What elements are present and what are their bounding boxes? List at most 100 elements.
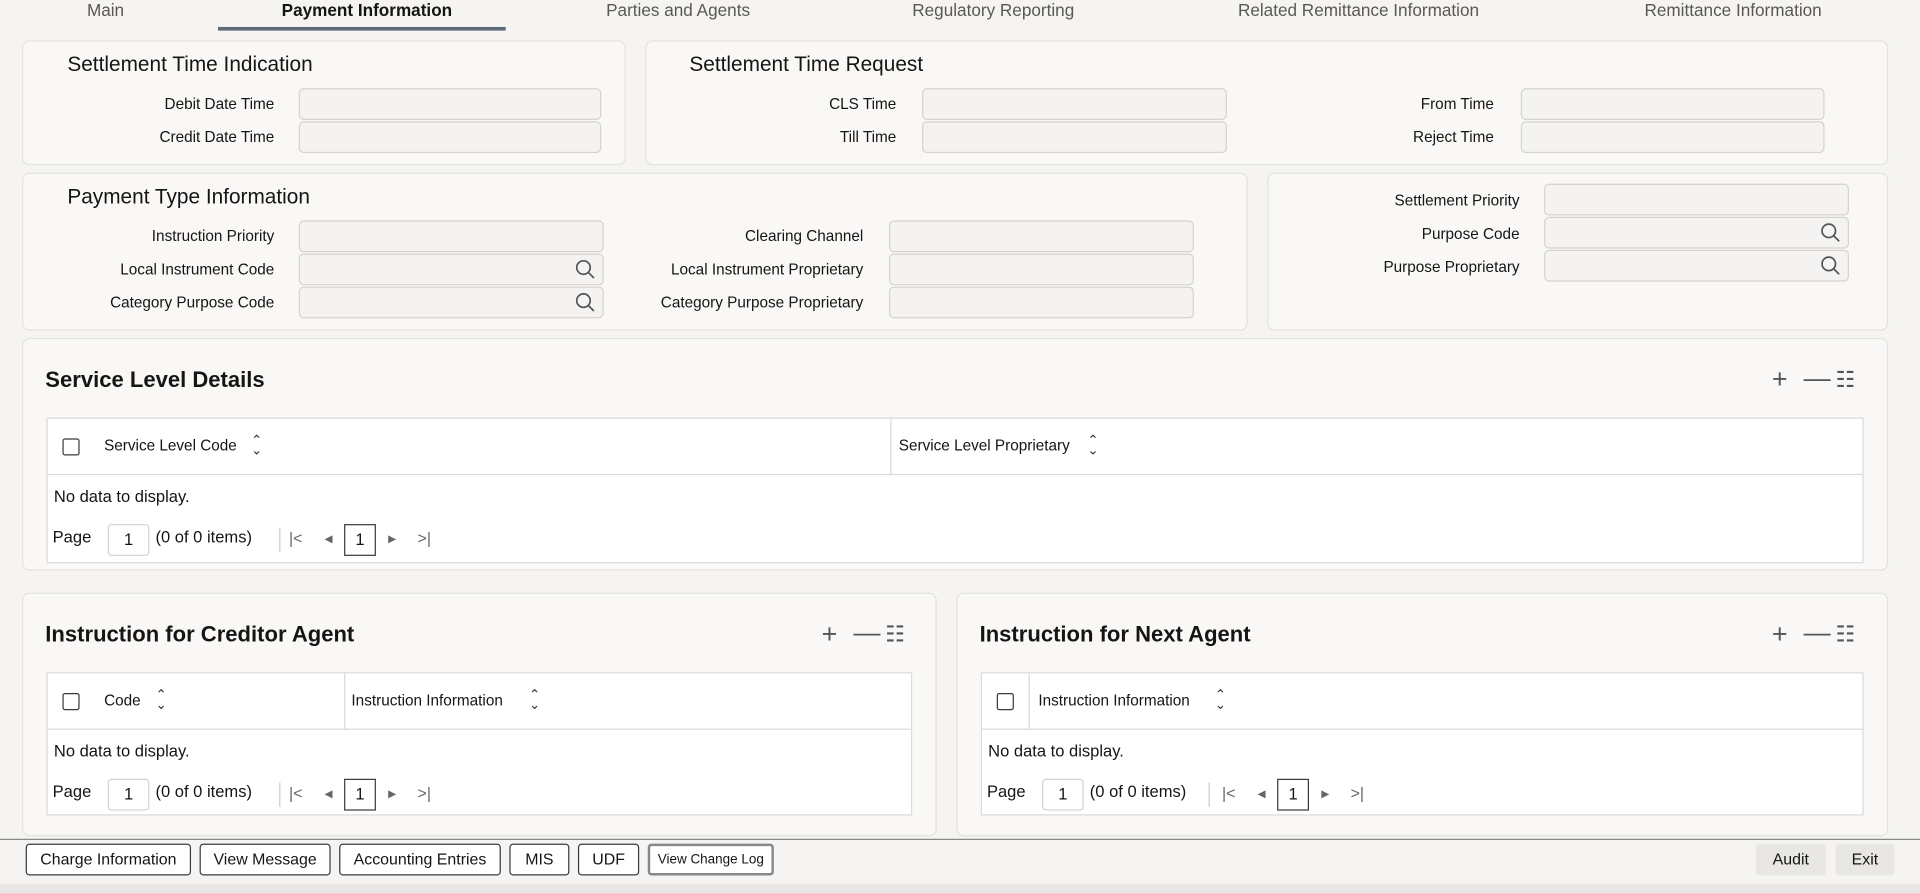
label: Local Instrument Proprietary xyxy=(671,260,864,278)
add-row-icon[interactable]: + xyxy=(822,620,838,647)
tab-payment-information[interactable]: Payment Information xyxy=(282,0,453,20)
label: Reject Time xyxy=(1413,128,1494,146)
last-page-icon[interactable]: >| xyxy=(418,784,431,802)
from-time-input[interactable] xyxy=(1520,88,1825,121)
last-page-icon[interactable]: >| xyxy=(418,529,431,547)
list-view-icon[interactable]: ☷ xyxy=(885,622,905,646)
instruction-priority-input[interactable] xyxy=(298,220,604,253)
delete-row-icon[interactable]: — xyxy=(1804,619,1831,646)
current-page[interactable]: 1 xyxy=(1277,778,1309,811)
settlement-priority-input[interactable] xyxy=(1544,183,1849,216)
page-input[interactable]: 1 xyxy=(107,524,150,556)
previous-page-icon[interactable]: ◂ xyxy=(1258,784,1266,804)
mis-button[interactable]: MIS xyxy=(509,843,570,876)
search-icon[interactable] xyxy=(574,291,596,313)
label: Clearing Channel xyxy=(744,227,864,245)
delete-row-icon[interactable]: — xyxy=(853,619,880,646)
sort-icon[interactable]: ⌃ ⌄ xyxy=(156,689,167,712)
empty-message: No data to display. xyxy=(988,742,1124,761)
first-page-icon[interactable]: |< xyxy=(289,784,302,802)
local-instrument-proprietary-input[interactable] xyxy=(888,253,1194,286)
page-input[interactable]: 1 xyxy=(107,778,150,811)
empty-message: No data to display. xyxy=(53,742,190,761)
label: CLS Time xyxy=(829,95,897,113)
previous-page-icon[interactable]: ◂ xyxy=(324,529,332,549)
search-icon[interactable] xyxy=(1820,255,1842,277)
list-view-icon[interactable]: ☷ xyxy=(1836,622,1856,646)
sort-icon[interactable]: ⌃ ⌄ xyxy=(1215,689,1226,712)
page-label: Page xyxy=(986,782,1026,801)
sort-icon[interactable]: ⌃ ⌄ xyxy=(251,434,262,457)
delete-row-icon[interactable]: — xyxy=(1804,364,1831,391)
select-all-checkbox[interactable] xyxy=(62,693,80,711)
item-count: (0 of 0 items) xyxy=(155,782,252,801)
next-page-icon[interactable]: ▸ xyxy=(388,784,396,804)
add-row-icon[interactable]: + xyxy=(1772,366,1788,393)
page-input[interactable]: 1 xyxy=(1042,778,1084,811)
column-header[interactable]: Service Level Proprietary xyxy=(899,437,1070,454)
reject-time-input[interactable] xyxy=(1520,121,1825,154)
tab-regulatory-reporting[interactable]: Regulatory Reporting xyxy=(912,0,1074,20)
audit-button[interactable]: Audit xyxy=(1755,843,1826,876)
divider xyxy=(279,527,281,553)
label: Local Instrument Code xyxy=(120,260,275,278)
active-tab-indicator xyxy=(217,26,506,31)
till-time-input[interactable] xyxy=(922,121,1227,154)
local-instrument-code-input[interactable] xyxy=(298,253,604,286)
search-icon[interactable] xyxy=(1820,222,1842,244)
category-purpose-code-input[interactable] xyxy=(298,286,604,319)
debit-date-time-input[interactable] xyxy=(298,88,602,121)
sort-icon[interactable]: ⌃ ⌄ xyxy=(529,689,540,712)
category-purpose-proprietary-input[interactable] xyxy=(888,286,1194,319)
tab-remittance-information[interactable]: Remittance Information xyxy=(1644,0,1821,20)
column-divider xyxy=(344,673,346,730)
clearing-channel-input[interactable] xyxy=(888,220,1194,253)
first-page-icon[interactable]: |< xyxy=(289,529,302,547)
first-page-icon[interactable]: |< xyxy=(1222,784,1235,802)
add-row-icon[interactable]: + xyxy=(1772,620,1788,647)
purpose-proprietary-input[interactable] xyxy=(1544,249,1849,282)
charge-information-button[interactable]: Charge Information xyxy=(25,843,192,876)
column-header[interactable]: Instruction Information xyxy=(351,692,502,709)
credit-date-time-input[interactable] xyxy=(298,121,602,154)
udf-button[interactable]: UDF xyxy=(577,843,640,876)
search-icon[interactable] xyxy=(574,258,596,280)
footer-divider xyxy=(0,838,1920,841)
tab-main[interactable]: Main xyxy=(87,0,124,20)
bottom-bar xyxy=(0,884,1920,893)
payment-information-screen: Main Payment Information Parties and Age… xyxy=(0,0,1920,893)
current-page[interactable]: 1 xyxy=(344,778,376,811)
view-change-log-button[interactable]: View Change Log xyxy=(647,843,774,876)
column-header[interactable]: Code xyxy=(104,692,141,709)
label: Category Purpose Code xyxy=(110,293,275,312)
next-page-icon[interactable]: ▸ xyxy=(388,529,396,549)
select-all-checkbox[interactable] xyxy=(62,438,80,456)
column-divider xyxy=(1028,673,1030,730)
label: Instruction Priority xyxy=(151,227,275,245)
label: Till Time xyxy=(839,128,897,146)
sort-icon[interactable]: ⌃ ⌄ xyxy=(1087,434,1098,457)
next-page-icon[interactable]: ▸ xyxy=(1321,784,1329,804)
accounting-entries-button[interactable]: Accounting Entries xyxy=(339,843,501,876)
creditor-agent-table: Code ⌃ ⌄ Instruction Information ⌃ ⌄ No da… xyxy=(46,672,913,816)
tab-parties-and-agents[interactable]: Parties and Agents xyxy=(606,0,750,20)
section-title: Instruction for Next Agent xyxy=(979,622,1251,647)
service-level-table: Service Level Code ⌃ ⌄ Service Level Prop… xyxy=(46,417,1864,564)
purpose-code-input[interactable] xyxy=(1544,216,1849,249)
tab-related-remittance-information[interactable]: Related Remittance Information xyxy=(1238,0,1479,20)
current-page[interactable]: 1 xyxy=(344,524,376,556)
section-title: Instruction for Creditor Agent xyxy=(45,622,355,647)
column-header[interactable]: Instruction Information xyxy=(1038,692,1189,709)
previous-page-icon[interactable]: ◂ xyxy=(324,784,332,804)
label: Purpose Code xyxy=(1421,225,1520,243)
column-header[interactable]: Service Level Code xyxy=(104,437,237,454)
cls-time-input[interactable] xyxy=(922,88,1227,121)
label: Settlement Priority xyxy=(1394,192,1520,210)
view-message-button[interactable]: View Message xyxy=(199,843,331,876)
next-agent-table: Instruction Information ⌃ ⌄ No data to di… xyxy=(980,672,1864,816)
exit-button[interactable]: Exit xyxy=(1835,843,1895,876)
select-all-checkbox[interactable] xyxy=(996,693,1014,711)
empty-message: No data to display. xyxy=(53,487,190,506)
last-page-icon[interactable]: >| xyxy=(1351,784,1364,802)
list-view-icon[interactable]: ☷ xyxy=(1836,367,1856,391)
